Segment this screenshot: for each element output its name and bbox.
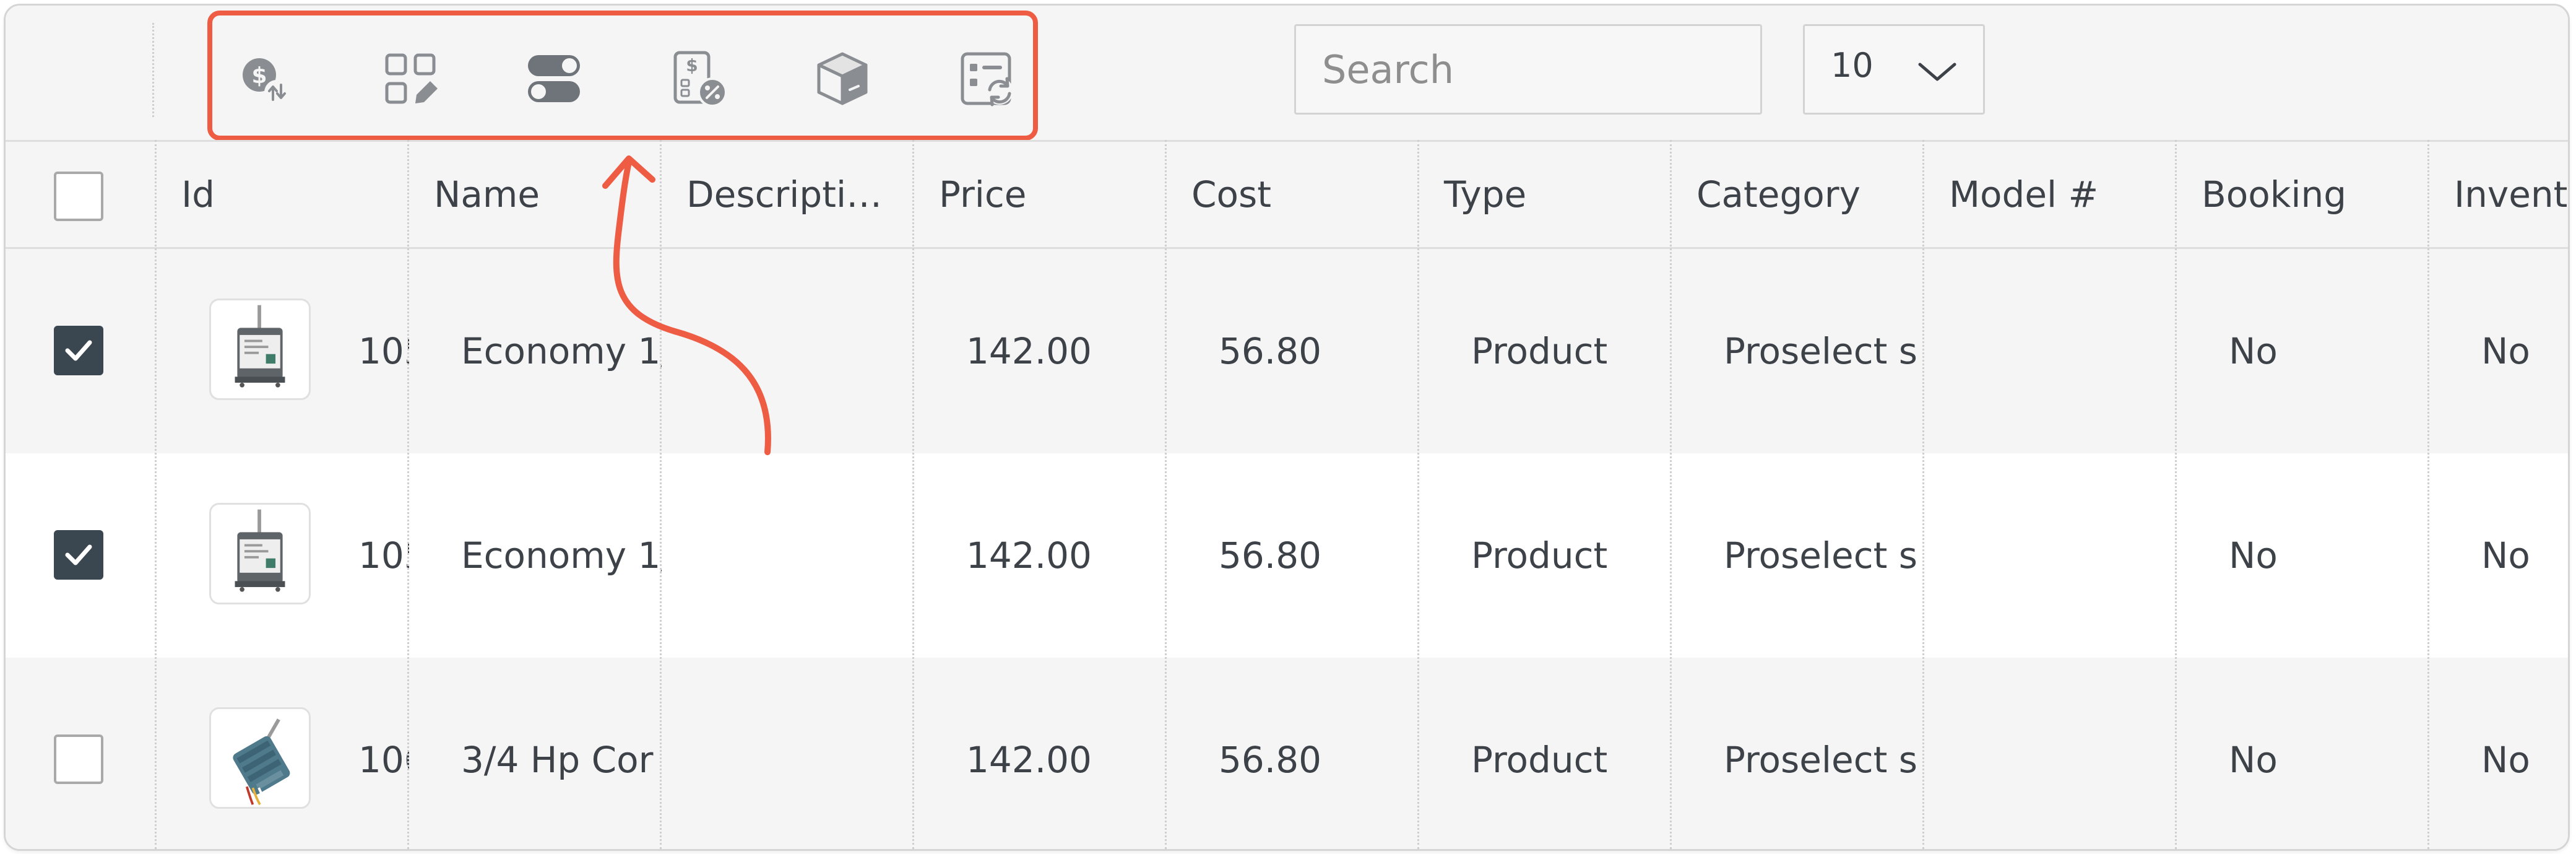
cell-price: 142.00 bbox=[914, 453, 1167, 658]
cell-type: Product bbox=[1419, 249, 1672, 453]
select-all-checkbox[interactable] bbox=[54, 172, 103, 221]
cell-id: 106 bbox=[358, 658, 409, 851]
cell-id: 105 bbox=[358, 453, 409, 658]
column-header-model[interactable]: Model # bbox=[1924, 142, 2177, 247]
table-row[interactable]: 106 3/4 Hp Cor 142.00 56.80 Product Pros… bbox=[6, 658, 2568, 851]
cell-name: Economy 1/ bbox=[409, 249, 662, 453]
column-divider bbox=[2427, 140, 2429, 849]
cell-name: Economy 1/ bbox=[409, 453, 662, 658]
page-size-value: 10 bbox=[1831, 46, 1874, 85]
column-divider bbox=[1417, 140, 1419, 849]
column-divider bbox=[407, 140, 409, 849]
toolbar: $ bbox=[6, 6, 2568, 140]
checkmark-icon bbox=[61, 538, 96, 572]
column-header-name[interactable]: Name bbox=[409, 142, 662, 247]
cell-category: Proselect s bbox=[1672, 453, 1924, 658]
cell-inventory: No bbox=[2429, 249, 2568, 453]
cell-category: Proselect s bbox=[1672, 249, 1924, 453]
product-thumbnail bbox=[209, 707, 311, 809]
cell-booking: No bbox=[2177, 658, 2429, 851]
cell-type: Product bbox=[1419, 658, 1672, 851]
column-header-cost[interactable]: Cost bbox=[1167, 142, 1419, 247]
row-checkbox[interactable] bbox=[54, 734, 103, 784]
table-row[interactable]: 105 Economy 1/ 142.00 56.80 Product Pros… bbox=[6, 453, 2568, 658]
column-header-category[interactable]: Category bbox=[1672, 142, 1924, 247]
table-header: Id Name Descripti… Price Cost Type Categ… bbox=[6, 140, 2568, 249]
column-divider bbox=[1670, 140, 1672, 849]
cell-description bbox=[662, 658, 914, 851]
page-size-select[interactable]: 10 bbox=[1803, 24, 1985, 115]
toolbar-divider bbox=[152, 23, 154, 117]
table-row[interactable]: 105 Economy 1/ 142.00 56.80 Product Pros… bbox=[6, 249, 2568, 453]
column-header-id[interactable]: Id bbox=[157, 142, 409, 247]
column-header-inventory[interactable]: Invent bbox=[2429, 142, 2568, 247]
checkmark-icon bbox=[61, 333, 96, 368]
cell-model bbox=[1924, 453, 2177, 658]
cell-description bbox=[662, 453, 914, 658]
toolbar-highlight-box bbox=[207, 11, 1038, 141]
column-header-booking[interactable]: Booking bbox=[2177, 142, 2429, 247]
column-header-description[interactable]: Descripti… bbox=[662, 142, 914, 247]
row-checkbox[interactable] bbox=[54, 326, 103, 375]
cell-name: 3/4 Hp Cor bbox=[409, 658, 662, 851]
column-header-type[interactable]: Type bbox=[1419, 142, 1672, 247]
row-checkbox[interactable] bbox=[54, 530, 103, 580]
cell-id: 105 bbox=[358, 249, 409, 453]
column-divider bbox=[155, 140, 157, 849]
column-divider bbox=[1165, 140, 1167, 849]
cell-price: 142.00 bbox=[914, 658, 1167, 851]
cell-cost: 56.80 bbox=[1167, 658, 1419, 851]
column-divider bbox=[912, 140, 914, 849]
product-table-panel: $ bbox=[4, 4, 2570, 851]
cell-cost: 56.80 bbox=[1167, 249, 1419, 453]
cell-booking: No bbox=[2177, 453, 2429, 658]
cell-inventory: No bbox=[2429, 658, 2568, 851]
cell-model bbox=[1924, 249, 2177, 453]
search-input[interactable] bbox=[1294, 24, 1762, 115]
chevron-down-icon bbox=[1915, 59, 1960, 84]
cell-model bbox=[1924, 658, 2177, 851]
cell-category: Proselect s bbox=[1672, 658, 1924, 851]
cell-description bbox=[662, 249, 914, 453]
cell-booking: No bbox=[2177, 249, 2429, 453]
product-thumbnail bbox=[209, 503, 311, 604]
column-divider bbox=[1922, 140, 1924, 849]
column-divider bbox=[660, 140, 662, 849]
product-thumbnail bbox=[209, 298, 311, 400]
cell-cost: 56.80 bbox=[1167, 453, 1419, 658]
cell-price: 142.00 bbox=[914, 249, 1167, 453]
column-header-price[interactable]: Price bbox=[914, 142, 1167, 247]
column-divider bbox=[2175, 140, 2177, 849]
cell-inventory: No bbox=[2429, 453, 2568, 658]
cell-type: Product bbox=[1419, 453, 1672, 658]
